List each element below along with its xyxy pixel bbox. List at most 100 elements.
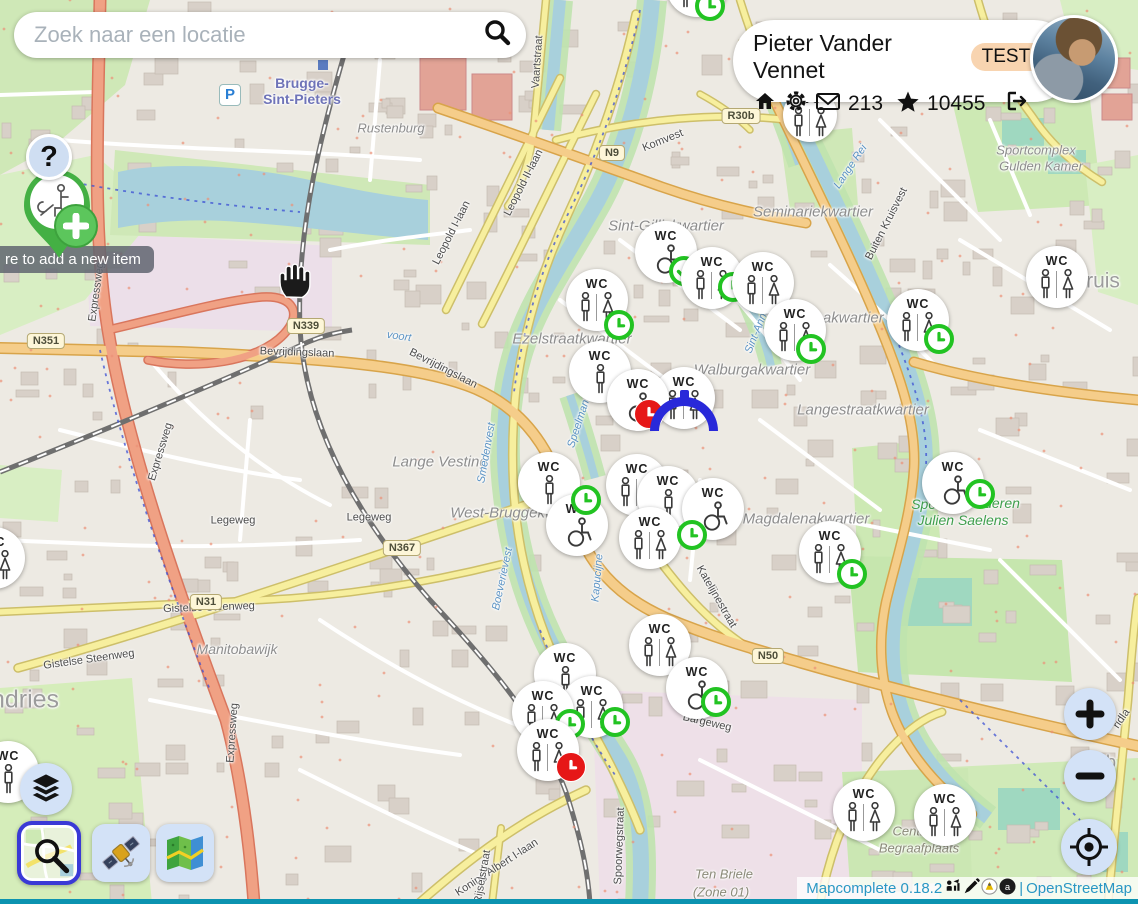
toilet-marker[interactable]: WC bbox=[833, 779, 895, 841]
man-woman-icon bbox=[744, 274, 783, 305]
pencil-icon[interactable] bbox=[963, 878, 980, 899]
marker-wc-label: WC bbox=[639, 516, 662, 529]
man-woman-icon bbox=[926, 806, 965, 837]
settings-gear-icon[interactable] bbox=[784, 89, 808, 119]
toilet-marker[interactable]: WC bbox=[1026, 246, 1088, 308]
map-canvas[interactable]: Brugge-Sint-PietersRustenburgSint-Gillis… bbox=[0, 0, 1138, 904]
marker-wc-label: WC bbox=[0, 750, 19, 763]
marker-wc-label: WC bbox=[1046, 255, 1069, 268]
marker-wc-label: WC bbox=[934, 793, 957, 806]
marker-wc-label: WC bbox=[581, 685, 604, 698]
person-icon bbox=[593, 363, 608, 394]
opening-hours-badge bbox=[571, 485, 601, 515]
toilet-marker[interactable]: WC bbox=[566, 269, 628, 331]
opening-hours-badge bbox=[796, 334, 826, 364]
attribution-separator: | bbox=[1019, 880, 1023, 897]
toilet-marker[interactable]: WC bbox=[914, 784, 976, 846]
bottom-accent-bar bbox=[0, 899, 1138, 904]
marker-wc-label: WC bbox=[784, 308, 807, 321]
messages-envelope-icon[interactable] bbox=[815, 90, 841, 118]
marker-wc-label: WC bbox=[0, 536, 5, 549]
toilet-marker[interactable]: WC bbox=[517, 719, 579, 781]
marker-wc-label: WC bbox=[626, 463, 649, 476]
attribution-osm-link[interactable]: OpenStreetMap bbox=[1026, 880, 1132, 897]
search-bar[interactable] bbox=[14, 12, 526, 58]
toilet-marker[interactable]: WC bbox=[682, 478, 744, 540]
marker-wc-label: WC bbox=[819, 530, 842, 543]
attribution-app[interactable]: Mapcomplete 0.18.2 bbox=[806, 880, 942, 897]
road-ref-badge: N31 bbox=[190, 594, 222, 610]
wheelchair-icon bbox=[562, 516, 593, 547]
changesets-count: 10455 bbox=[927, 92, 985, 116]
marker-wc-label: WC bbox=[942, 461, 965, 474]
man-woman-icon bbox=[631, 529, 670, 560]
user-name: Pieter Vander Vennet bbox=[753, 30, 961, 84]
add-item-plus-icon[interactable] bbox=[54, 204, 98, 248]
toilet-marker[interactable]: WC bbox=[666, 657, 728, 719]
opening-hours-badge bbox=[701, 687, 731, 717]
marker-wc-label: WC bbox=[589, 350, 612, 363]
man-woman-icon bbox=[845, 801, 884, 832]
person-icon bbox=[542, 474, 557, 505]
opening-hours-badge bbox=[924, 324, 954, 354]
marker-wc-label: WC bbox=[537, 728, 560, 741]
user-panel[interactable]: Pieter Vander Vennet TESTING 213 10455 bbox=[733, 20, 1075, 102]
opening-hours-badge bbox=[677, 520, 707, 550]
marker-wc-label: WC bbox=[673, 376, 696, 389]
geolocate-button[interactable] bbox=[1061, 819, 1117, 875]
search-input[interactable] bbox=[32, 21, 480, 49]
layers-button[interactable] bbox=[20, 763, 72, 815]
messages-count: 213 bbox=[848, 92, 883, 116]
man-woman-icon bbox=[1038, 268, 1077, 299]
marker-wc-label: WC bbox=[627, 378, 650, 391]
road-ref-badge: N9 bbox=[599, 145, 625, 161]
marker-wc-label: WC bbox=[532, 690, 555, 703]
opening-hours-badge bbox=[604, 310, 634, 340]
marker-wc-label: WC bbox=[907, 298, 930, 311]
marker-wc-label: WC bbox=[649, 623, 672, 636]
road-ref-badge: N351 bbox=[27, 333, 65, 349]
mapcomplete-logo-icon bbox=[981, 878, 998, 899]
osm-copyright-icon[interactable]: a bbox=[999, 878, 1016, 899]
help-button[interactable]: ? bbox=[26, 134, 72, 180]
marker-wc-label: WC bbox=[586, 278, 609, 291]
star-icon[interactable] bbox=[896, 90, 920, 119]
marker-wc-label: WC bbox=[701, 256, 724, 269]
road-ref-badge: N339 bbox=[287, 318, 325, 334]
zoom-out-button[interactable] bbox=[1064, 750, 1116, 802]
zoom-in-button[interactable] bbox=[1064, 688, 1116, 740]
opening-hours-badge bbox=[837, 559, 867, 589]
toilet-marker[interactable]: WC bbox=[922, 452, 984, 514]
background-osm-button[interactable] bbox=[156, 824, 214, 882]
selected-marker-arc-nub bbox=[680, 390, 689, 399]
marker-wc-label: WC bbox=[702, 487, 725, 500]
marker-wc-label: WC bbox=[657, 475, 680, 488]
marker-wc-label: WC bbox=[554, 652, 577, 665]
opening-hours-badge bbox=[965, 479, 995, 509]
logout-icon[interactable] bbox=[1002, 89, 1028, 119]
man-woman-icon bbox=[0, 549, 13, 580]
wheelchair-icon bbox=[938, 474, 969, 505]
community-stats-icon[interactable] bbox=[945, 878, 962, 899]
home-icon[interactable] bbox=[753, 89, 777, 119]
background-satellite-button[interactable] bbox=[92, 824, 150, 882]
marker-wc-label: WC bbox=[752, 261, 775, 274]
road-ref-badge: N50 bbox=[752, 648, 784, 664]
svg-text:a: a bbox=[1005, 881, 1011, 892]
toilet-marker[interactable]: WC bbox=[619, 507, 681, 569]
background-map-button[interactable] bbox=[17, 821, 81, 885]
opening-hours-badge bbox=[556, 752, 586, 782]
road-ref-badge: N367 bbox=[383, 540, 421, 556]
toilet-marker[interactable]: WC bbox=[887, 289, 949, 351]
marker-wc-label: WC bbox=[655, 230, 678, 243]
toilet-marker[interactable]: WC bbox=[799, 521, 861, 583]
search-icon[interactable] bbox=[480, 16, 514, 55]
marker-wc-label: WC bbox=[538, 461, 561, 474]
person-icon bbox=[1, 763, 16, 794]
attribution-bar: Mapcomplete 0.18.2 a | OpenStreetMap bbox=[797, 877, 1138, 899]
marker-wc-label: WC bbox=[686, 666, 709, 679]
parking-sign: P bbox=[219, 84, 241, 106]
user-avatar[interactable] bbox=[1030, 15, 1118, 103]
toilet-marker[interactable]: WC bbox=[764, 299, 826, 361]
drag-hand-icon bbox=[276, 262, 314, 305]
